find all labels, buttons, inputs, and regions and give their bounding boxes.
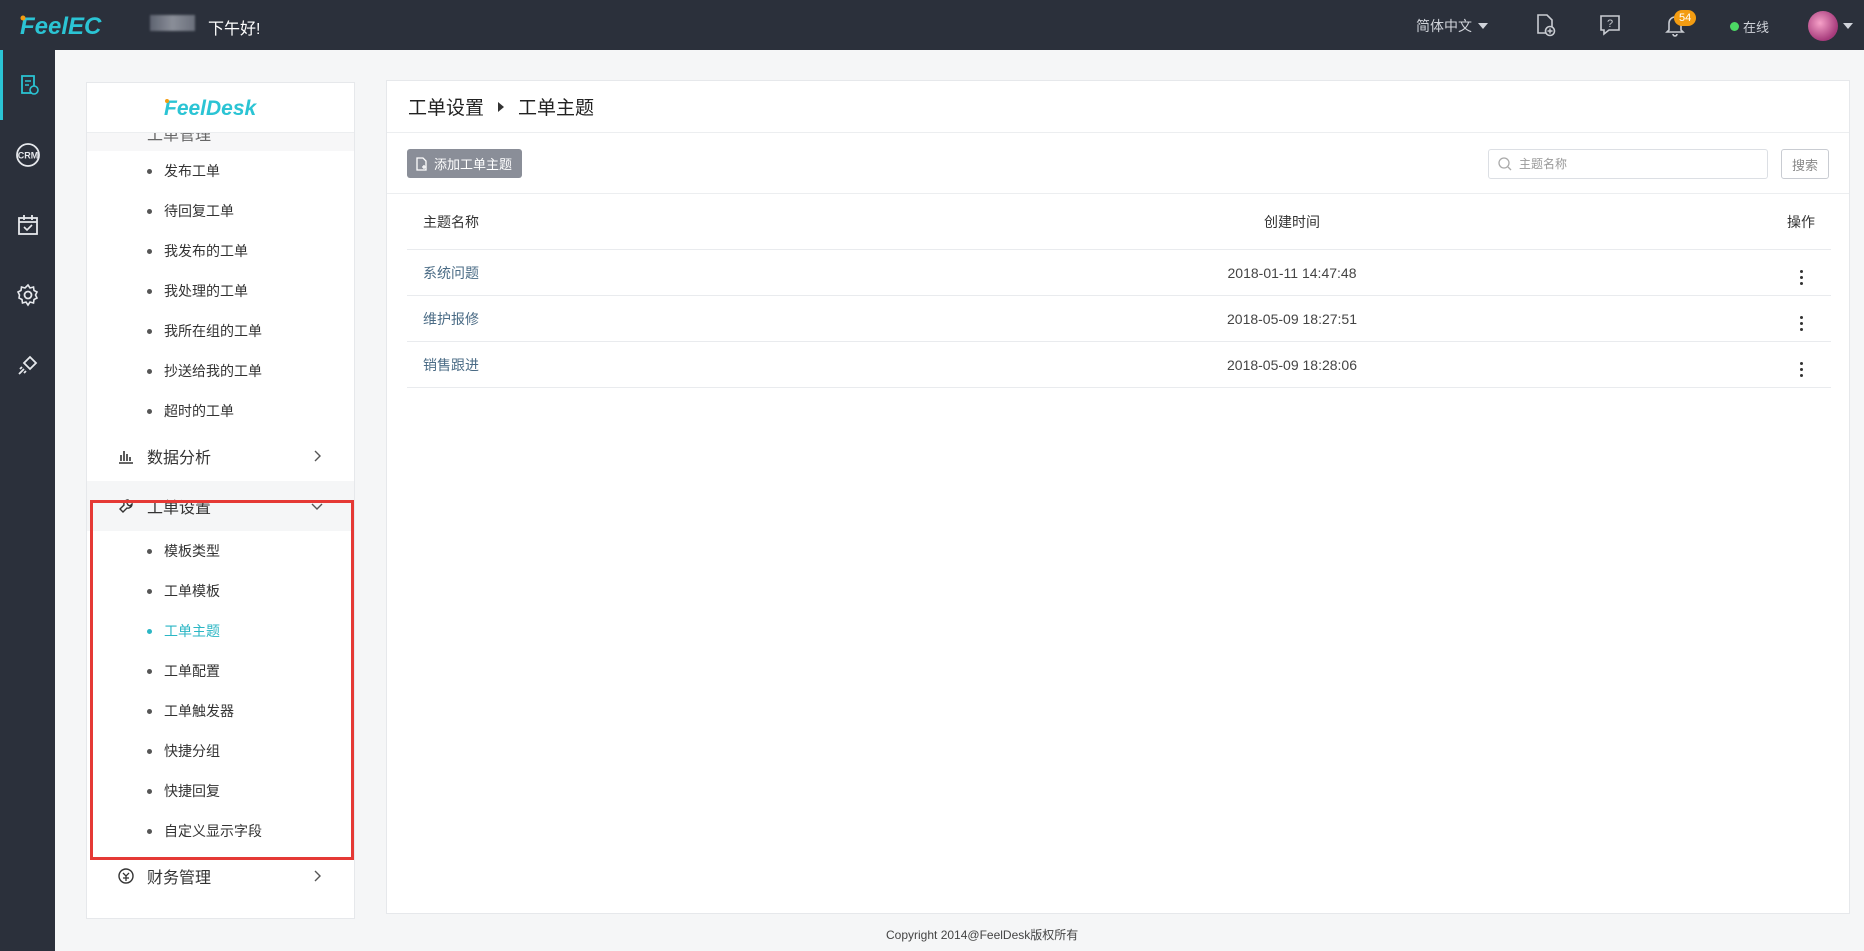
topic-name-link[interactable]: 销售跟进 [407,355,1207,375]
menu-item[interactable]: 我所在组的工单 [87,311,354,351]
avatar[interactable] [1808,11,1838,41]
feeldesk-logo[interactable]: FeelDesk [87,83,354,133]
svg-text:CRM: CRM [17,151,38,161]
plugin-icon [17,355,37,375]
search-box [1488,149,1768,179]
more-options-icon[interactable] [1799,316,1803,331]
caret-right-icon [498,101,505,112]
feelec-logo[interactable]: FeelEC [18,9,128,41]
menu-item[interactable]: 待回复工单 [87,191,354,231]
menu-item[interactable]: 模板类型 [87,531,354,571]
svg-text:FeelEC: FeelEC [20,13,102,40]
more-options-icon[interactable] [1799,270,1803,285]
language-select[interactable]: 简体中文 [1416,16,1488,36]
menu-item[interactable]: 我发布的工单 [87,231,354,271]
page-title: 工单主题 [518,98,595,119]
menu-group-ticket-manage[interactable]: 工单管理 [87,133,354,151]
online-status[interactable]: 在线 [1730,17,1769,36]
caret-down-icon[interactable] [1843,23,1853,29]
add-document-icon [416,156,427,171]
menu-item[interactable]: 快捷回复 [87,771,354,811]
column-header-created: 创建时间 [1264,214,1320,230]
footer-copyright: Copyright 2014@FeelDesk版权所有 [886,928,1079,942]
column-header-name: 主题名称 [423,214,479,230]
main-panel: 工单设置 工单主题 添加工单主题 搜索 主题名称 创建时间 操作 系统问题 201… [386,80,1850,914]
rail-item-calendar[interactable] [0,190,55,260]
topic-name-link[interactable]: 系统问题 [407,263,1207,283]
menu-item[interactable]: 自定义显示字段 [87,811,354,851]
more-options-icon[interactable] [1799,362,1803,377]
breadcrumb: 工单设置 工单主题 [387,81,1849,133]
table-header: 主题名称 创建时间 操作 [407,195,1831,250]
table-row: 系统问题 2018-01-11 14:47:48 [407,250,1831,296]
ticket-icon [21,75,39,95]
greeting-text: 下午好! [208,21,261,38]
notification-badge: 54 [1674,10,1697,26]
menu-item[interactable]: 发布工单 [87,151,354,191]
blurred-username [150,15,195,31]
calendar-icon [17,215,38,235]
wrench-icon [119,499,133,513]
search-button[interactable]: 搜索 [1781,149,1829,179]
new-document-icon[interactable] [1532,12,1558,38]
add-topic-button[interactable]: 添加工单主题 [407,149,523,178]
created-time: 2018-05-09 18:27:51 [1227,310,1357,327]
menu-item[interactable]: 抄送给我的工单 [87,351,354,391]
rail-item-crm[interactable]: CRM [0,120,55,190]
created-time: 2018-01-11 14:47:48 [1227,264,1357,281]
created-time: 2018-05-09 18:28:06 [1227,356,1357,373]
menu-group-analytics[interactable]: 数据分析 [87,431,354,481]
help-icon[interactable]: ? [1597,12,1623,38]
menu-item[interactable]: 工单主题 [87,611,354,651]
menu-item[interactable]: 工单配置 [87,651,354,691]
bar-chart-icon [119,451,133,464]
svg-text:?: ? [1607,18,1613,30]
row-actions [1771,260,1831,285]
side-menu: FeelDesk 工单管理 发布工单 待回复工单 我发布的工单 我处理的工单 我所在组的… [86,82,355,919]
chevron-down-icon [311,503,323,510]
column-header-actions: 操作 [1787,214,1815,230]
menu-item[interactable]: 我处理的工单 [87,271,354,311]
rail-item-plugin[interactable] [0,330,55,400]
caret-down-icon [1478,23,1488,29]
row-actions [1771,352,1831,377]
menu-item[interactable]: 快捷分组 [87,731,354,771]
crm-icon: CRM [15,143,40,167]
app-rail: CRM [0,50,55,951]
menu-item[interactable]: 工单模板 [87,571,354,611]
svg-text:FeelDesk: FeelDesk [164,97,258,120]
menu-group-finance[interactable]: 财务管理 [87,851,354,901]
topic-name-link[interactable]: 维护报修 [407,309,1207,329]
chevron-right-icon [314,450,321,462]
chevron-right-icon [314,870,321,882]
table-row: 销售跟进 2018-05-09 18:28:06 [407,342,1831,388]
breadcrumb-parent[interactable]: 工单设置 [408,93,484,120]
top-bar: FeelEC 下午好! 简体中文 ? 54 在线 [0,0,1864,50]
menu-item[interactable]: 工单触发器 [87,691,354,731]
menu-item[interactable]: 超时的工单 [87,391,354,431]
search-icon [1498,157,1512,171]
rail-item-settings[interactable] [0,260,55,330]
finance-icon [118,868,134,884]
toolbar: 添加工单主题 搜索 [387,133,1849,194]
row-actions [1771,306,1831,331]
settings-icon [16,283,38,307]
table-row: 维护报修 2018-05-09 18:27:51 [407,296,1831,342]
status-dot-icon [1730,22,1739,31]
rail-item-ticket[interactable] [0,50,55,120]
topic-table: 主题名称 创建时间 操作 系统问题 2018-01-11 14:47:48 维护报修… [407,195,1831,388]
search-input[interactable] [1519,157,1759,171]
menu-group-ticket-settings[interactable]: 工单设置 [87,481,354,531]
